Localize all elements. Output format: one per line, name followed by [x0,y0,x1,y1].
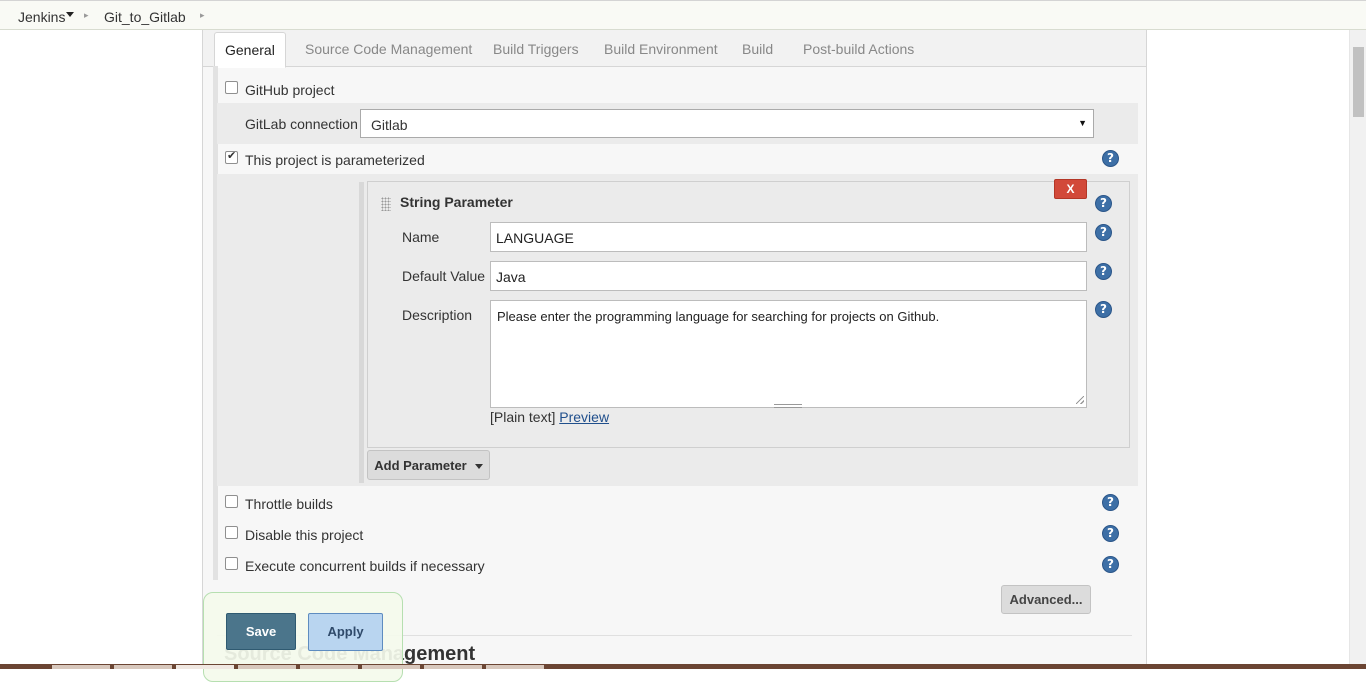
breadcrumb-separator-icon: ▸ [84,10,89,20]
description-label: Description [402,307,473,323]
textarea-resize-handle[interactable] [774,404,802,408]
add-parameter-label: Add Parameter [374,458,467,473]
concurrent-builds-checkbox[interactable] [225,557,238,570]
chevron-down-icon [474,464,483,470]
taskbar-item[interactable] [486,665,544,669]
add-parameter-button[interactable]: Add Parameter [367,450,490,480]
parameter-name-input[interactable]: LANGUAGE [490,222,1087,252]
throttle-builds-label: Throttle builds [245,496,333,512]
parameter-name-label: Name [402,229,440,245]
string-parameter-title: String Parameter [400,194,513,210]
config-panel: General Source Code Management Build Tri… [202,30,1147,669]
format-info: [Plain text] Preview [490,409,609,425]
drag-handle-icon[interactable] [381,197,391,211]
tab-build[interactable]: Build [742,41,773,57]
breadcrumb: Jenkins ▸ Git_to_Gitlab ▸ [0,0,1366,30]
taskbar-item[interactable] [300,665,358,669]
help-icon[interactable]: ? [1095,224,1112,241]
plain-text-label: [Plain text] [490,409,556,425]
github-project-checkbox[interactable] [225,81,238,94]
help-icon[interactable]: ? [1102,525,1119,542]
description-textarea[interactable]: Please enter the programming language fo… [490,300,1087,408]
taskbar-item[interactable] [176,665,234,669]
tab-build-triggers[interactable]: Build Triggers [493,41,579,57]
taskbar-item[interactable] [424,665,482,669]
help-icon[interactable]: ? [1095,301,1112,318]
default-value-input[interactable]: Java [490,261,1087,291]
dropdown-arrow-icon: ▼ [1078,118,1087,128]
breadcrumb-separator-icon: ▸ [200,10,205,20]
apply-button[interactable]: Apply [308,613,383,651]
parameterized-label: This project is parameterized [245,152,425,168]
disable-project-label: Disable this project [245,527,364,543]
resize-corner-icon[interactable] [1076,396,1084,404]
parameterized-checkbox[interactable] [225,149,238,164]
throttle-builds-checkbox[interactable] [225,495,238,508]
chevron-down-icon[interactable] [66,12,74,17]
taskbar-item[interactable] [114,665,172,669]
help-icon[interactable]: ? [1095,195,1112,212]
breadcrumb-project[interactable]: Git_to_Gitlab [104,9,186,25]
disable-project-checkbox[interactable] [225,526,238,539]
gitlab-connection-label: GitLab connection [245,116,358,132]
tab-general[interactable]: General [214,32,286,68]
delete-parameter-button[interactable]: X [1054,179,1087,199]
gitlab-connection-select[interactable]: Gitlab ▼ [360,109,1094,138]
taskbar-item[interactable] [238,665,296,669]
tab-post-build-actions[interactable]: Post-build Actions [803,41,914,57]
scrollbar-thumb[interactable] [1353,47,1364,117]
concurrent-builds-label: Execute concurrent builds if necessary [245,558,485,574]
tab-build-environment[interactable]: Build Environment [604,41,718,57]
help-icon[interactable]: ? [1102,494,1119,511]
breadcrumb-jenkins[interactable]: Jenkins [18,9,65,25]
advanced-button[interactable]: Advanced... [1001,585,1091,614]
parameter-indent-bar [359,182,364,483]
github-project-label: GitHub project [245,82,335,98]
taskbar-item[interactable] [362,665,420,669]
save-button[interactable]: Save [226,613,296,650]
help-icon[interactable]: ? [1095,263,1112,280]
tab-bar: General Source Code Management Build Tri… [203,30,1146,68]
default-value-label: Default Value [402,268,486,284]
taskbar-item[interactable] [52,665,110,669]
preview-link[interactable]: Preview [559,409,609,425]
tab-source-code-management[interactable]: Source Code Management [305,41,472,57]
gitlab-connection-value: Gitlab [371,117,408,133]
vertical-scrollbar[interactable] [1349,30,1366,669]
help-icon[interactable]: ? [1102,556,1119,573]
help-icon[interactable]: ? [1102,150,1119,167]
